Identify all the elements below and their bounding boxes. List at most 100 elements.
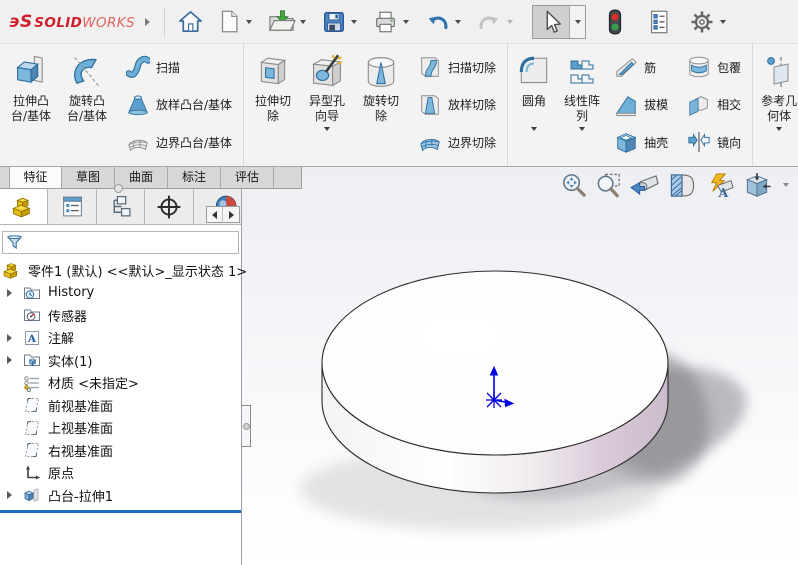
rollback-bar[interactable]: [0, 510, 241, 513]
ribbon-button-wrap[interactable]: 包覆: [682, 53, 745, 81]
save-icon: [321, 9, 347, 35]
expand-arrow-icon[interactable]: [7, 491, 22, 499]
tab-evaluate[interactable]: 评估: [221, 167, 274, 188]
rebuild-button[interactable]: [600, 4, 630, 40]
tab-features[interactable]: 特征: [9, 167, 62, 188]
panel-tab-scroll-left-icon[interactable]: [207, 207, 223, 222]
panel-tab-featuremanager[interactable]: [0, 189, 48, 224]
view-orientation-button[interactable]: [742, 171, 772, 199]
tree-item-boss-extrude1[interactable]: 凸台-拉伸1: [0, 484, 241, 507]
tree-item-origin[interactable]: 原点: [0, 462, 241, 485]
select-cursor-icon[interactable]: [533, 6, 569, 38]
ribbon-button-boundary-boss[interactable]: 边界凸台/基体: [121, 128, 236, 156]
tree-item-solid-bodies[interactable]: 实体(1): [0, 349, 241, 372]
hole-wizard-dropdown-icon[interactable]: [324, 127, 330, 131]
panel-tab-propertymanager[interactable]: [48, 189, 96, 224]
plane-icon: [22, 419, 42, 437]
tree-item-part-root[interactable]: 零件1 (默认) <<默认>_显示状态 1>: [0, 259, 241, 282]
undo-dropdown-icon[interactable]: [455, 20, 461, 24]
ribbon-button-extrude-boss[interactable]: 拉伸凸 台/基体: [3, 47, 59, 166]
reference-geometry-icon: [762, 50, 796, 94]
tree-item-right-plane[interactable]: 右视基准面: [0, 439, 241, 462]
tree-item-annotations[interactable]: A 注解: [0, 327, 241, 350]
zoom-to-area-button[interactable]: [594, 171, 622, 199]
new-document-button[interactable]: [212, 4, 259, 40]
ribbon-smallcol-boss: 扫描 放样凸台/基体 边界凸台/基体: [115, 47, 240, 166]
save-dropdown-icon[interactable]: [351, 20, 357, 24]
configuration-manager-icon: [108, 194, 133, 219]
ribbon-button-loft-boss[interactable]: 放样凸台/基体: [121, 91, 236, 119]
options-button[interactable]: [684, 4, 733, 40]
ribbon-button-reference-geometry[interactable]: 参考几 何体: [756, 47, 798, 166]
graphics-area[interactable]: 特征 草图 曲面 标注 评估 A: [0, 167, 798, 565]
redo-dropdown-icon: [507, 20, 513, 24]
zoom-to-fit-icon: [560, 172, 587, 199]
extrude-cut-icon: [255, 50, 291, 94]
ribbon-button-intersect[interactable]: 相交: [682, 91, 745, 119]
tree-item-history[interactable]: History: [0, 282, 241, 305]
undo-button[interactable]: [420, 4, 468, 40]
tab-annotations[interactable]: 标注: [168, 167, 221, 188]
ribbon-button-sweep-cut[interactable]: 扫描切除: [413, 53, 500, 81]
home-button[interactable]: [173, 4, 208, 40]
section-view-button[interactable]: [667, 171, 697, 199]
open-dropdown-icon[interactable]: [300, 20, 306, 24]
ribbon-button-hole-wizard[interactable]: 异型孔 向导: [299, 47, 355, 166]
tree-filter-input[interactable]: [2, 231, 239, 254]
panel-tab-displaymanager[interactable]: [194, 189, 241, 224]
expand-arrow-icon[interactable]: [7, 356, 22, 364]
disc-top-face[interactable]: [322, 271, 668, 455]
linear-pattern-dropdown-icon[interactable]: [579, 127, 585, 131]
ribbon-button-shell[interactable]: 抽壳: [609, 128, 672, 156]
tree-item-front-plane[interactable]: 前视基准面: [0, 394, 241, 417]
tab-surfaces[interactable]: 曲面: [115, 167, 168, 188]
ribbon-button-fillet[interactable]: 圆角: [511, 47, 557, 166]
panel-tab-configurationmanager[interactable]: [97, 189, 145, 224]
open-button[interactable]: [263, 4, 313, 40]
options-dropdown-icon[interactable]: [720, 20, 726, 24]
ribbon-smallcol-features-2: 包覆 相交 镜向: [676, 47, 749, 166]
ribbon-button-draft[interactable]: 拔模: [609, 91, 672, 119]
zoom-to-fit-button[interactable]: [559, 171, 587, 199]
file-properties-button[interactable]: [642, 4, 676, 40]
ribbon-button-extrude-cut[interactable]: 拉伸切 除: [247, 47, 299, 166]
ribbon-button-sweep[interactable]: 扫描: [121, 53, 236, 81]
ribbon-button-boundary-cut[interactable]: 边界切除: [413, 128, 500, 156]
tab-sketch[interactable]: 草图: [62, 167, 115, 188]
tree-item-material[interactable]: 材质 <未指定>: [0, 372, 241, 395]
previous-view-button[interactable]: [629, 171, 660, 199]
ribbon-button-revolve-cut[interactable]: 旋转切 除: [355, 47, 407, 166]
ribbon-button-linear-pattern[interactable]: 线性阵 列: [557, 47, 607, 166]
view-orientation-dropdown-icon[interactable]: [783, 183, 789, 187]
revolve-boss-icon: [68, 50, 106, 94]
print-dropdown-icon[interactable]: [403, 20, 409, 24]
menu-flyout-arrow-icon[interactable]: [145, 18, 150, 26]
view-settings-button[interactable]: A: [704, 171, 735, 199]
ribbon-smallcol-cut: 扫描切除 放样切除 边界切除: [407, 47, 504, 166]
dimxpert-manager-icon: [156, 194, 182, 220]
ribbon-button-rib[interactable]: 筋: [609, 53, 672, 81]
panel-tab-dimxpertmanager[interactable]: [145, 189, 193, 224]
redo-button[interactable]: [472, 4, 520, 40]
new-document-dropdown-icon[interactable]: [246, 20, 252, 24]
panel-collapse-handle[interactable]: [242, 405, 251, 447]
fillet-dropdown-icon[interactable]: [531, 127, 537, 131]
tree-item-top-plane[interactable]: 上视基准面: [0, 417, 241, 440]
select-tool[interactable]: [532, 5, 586, 39]
panel-splitter-handle[interactable]: [114, 184, 123, 193]
select-dropdown-icon[interactable]: [569, 6, 585, 38]
tree-item-sensors[interactable]: 传感器: [0, 304, 241, 327]
expand-arrow-icon[interactable]: [7, 334, 22, 342]
save-button[interactable]: [317, 4, 364, 40]
expand-arrow-icon[interactable]: [7, 289, 22, 297]
fillet-icon: [516, 50, 552, 94]
ribbon-button-loft-cut[interactable]: 放样切除: [413, 91, 500, 119]
undo-icon: [424, 9, 451, 35]
ribbon-button-revolve-boss[interactable]: 旋转凸 台/基体: [59, 47, 115, 166]
loft-boss-icon: [125, 92, 151, 118]
svg-text:A: A: [718, 185, 729, 199]
reference-geometry-dropdown-icon[interactable]: [776, 127, 782, 131]
print-button[interactable]: [368, 4, 416, 40]
ribbon-button-mirror[interactable]: 镜向: [682, 128, 745, 156]
panel-tab-scroll-right-icon[interactable]: [223, 207, 239, 222]
